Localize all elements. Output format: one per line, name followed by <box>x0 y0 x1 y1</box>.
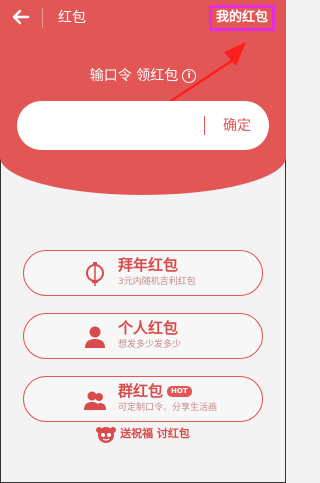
hot-badge: HOT <box>167 386 192 397</box>
lantern-icon <box>86 262 104 286</box>
mascot-icon <box>96 427 117 443</box>
card-subtitle: 想发多少发多少 <box>118 340 182 350</box>
card-subtitle: 3元内随机吉利红包 <box>118 277 196 287</box>
group-icon <box>84 391 106 410</box>
card-title: 群红包 HOT <box>118 381 192 401</box>
card-title: 个人红包 <box>118 319 179 337</box>
bless-link-text: 送祝福 讨红包 <box>120 427 190 440</box>
code-input[interactable] <box>31 111 203 141</box>
card-group-red-packet[interactable]: 群红包 HOT 可定制口令、分享生活画 <box>23 376 263 422</box>
redeem-label-text: 输口令 领红包 <box>89 68 179 84</box>
code-input-box: 确定 <box>17 101 269 150</box>
card-subtitle: 可定制口令、分享生活画 <box>118 403 218 413</box>
card-personal-red-packet[interactable]: 个人红包 想发多少发多少 <box>23 313 263 359</box>
confirm-button[interactable]: 确定 <box>214 114 260 138</box>
person-icon <box>85 326 105 348</box>
card-title-text: 群红包 <box>118 382 164 400</box>
card-title: 拜年红包 <box>118 256 179 274</box>
card-new-year-red-packet[interactable]: 拜年红包 3元内随机吉利红包 <box>23 250 263 296</box>
redeem-label: 输口令 领红包 i <box>0 66 286 86</box>
bless-link[interactable]: 送祝福 讨红包 <box>0 424 286 444</box>
input-divider <box>204 116 205 135</box>
info-icon[interactable]: i <box>182 69 197 83</box>
